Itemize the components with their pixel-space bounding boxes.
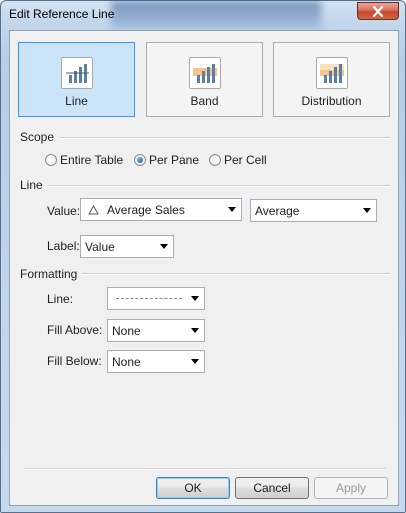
aggregation-text: Average	[255, 203, 300, 218]
fill-below-label: Fill Below:	[47, 354, 102, 368]
radio-label-per-cell[interactable]: Per Cell	[224, 153, 267, 167]
distribution-chart-icon	[315, 57, 348, 89]
chevron-down-icon	[191, 296, 199, 301]
type-tile-distribution[interactable]: Distribution	[273, 42, 390, 117]
type-tile-band[interactable]: Band	[146, 42, 263, 117]
line-style-dropdown[interactable]	[107, 287, 205, 310]
chevron-down-icon	[363, 208, 371, 213]
value-field-dropdown[interactable]: Average Sales	[80, 198, 242, 221]
dashed-line-swatch	[116, 298, 182, 299]
chevron-down-icon	[160, 244, 168, 249]
chevron-down-icon	[228, 207, 236, 212]
radio-label-entire-table[interactable]: Entire Table	[60, 153, 123, 167]
line-chart-icon	[60, 57, 93, 89]
value-label: Value:	[47, 204, 81, 218]
radio-per-pane[interactable]	[134, 154, 146, 166]
radio-label-per-pane[interactable]: Per Pane	[149, 153, 199, 167]
type-tile-label: Line	[65, 94, 88, 108]
radio-per-cell[interactable]	[209, 154, 221, 166]
cancel-button[interactable]: Cancel	[235, 477, 309, 499]
scope-heading: Scope	[20, 130, 55, 144]
apply-button[interactable]: Apply	[314, 477, 388, 499]
chevron-down-icon	[191, 359, 199, 364]
radio-entire-table[interactable]	[45, 154, 57, 166]
close-icon	[372, 5, 384, 17]
fill-below-text: None	[112, 354, 141, 369]
formatting-divider	[82, 273, 390, 275]
line-style-label: Line:	[47, 292, 74, 306]
measure-triangle-icon	[88, 204, 99, 214]
band-chart-icon	[188, 57, 221, 89]
value-field-text: Average Sales	[107, 202, 185, 217]
label-value-text: Value	[85, 239, 115, 254]
titlebar-background	[111, 1, 321, 29]
dialog-window: Edit Reference Line Line Band Distributi…	[0, 0, 406, 513]
type-tile-label: Distribution	[301, 94, 362, 108]
footer-divider	[24, 468, 386, 470]
type-tile-label: Band	[190, 94, 219, 108]
aggregation-dropdown[interactable]: Average	[250, 199, 377, 222]
formatting-heading: Formatting	[20, 267, 78, 281]
window-title: Edit Reference Line	[9, 7, 115, 21]
type-tile-line[interactable]: Line	[18, 42, 135, 117]
line-divider	[48, 185, 390, 187]
close-button[interactable]	[357, 2, 399, 20]
dialog-body: Line Band Distribution Scope Entire Tabl…	[9, 30, 399, 506]
fill-above-text: None	[112, 323, 141, 338]
scope-divider	[60, 137, 390, 139]
label-dropdown[interactable]: Value	[80, 235, 174, 258]
fill-above-label: Fill Above:	[47, 323, 103, 337]
fill-above-dropdown[interactable]: None	[107, 319, 205, 342]
chevron-down-icon	[191, 328, 199, 333]
ok-button[interactable]: OK	[156, 477, 230, 499]
fill-below-dropdown[interactable]: None	[107, 350, 205, 373]
line-heading: Line	[20, 178, 43, 192]
label-label: Label:	[47, 239, 80, 253]
